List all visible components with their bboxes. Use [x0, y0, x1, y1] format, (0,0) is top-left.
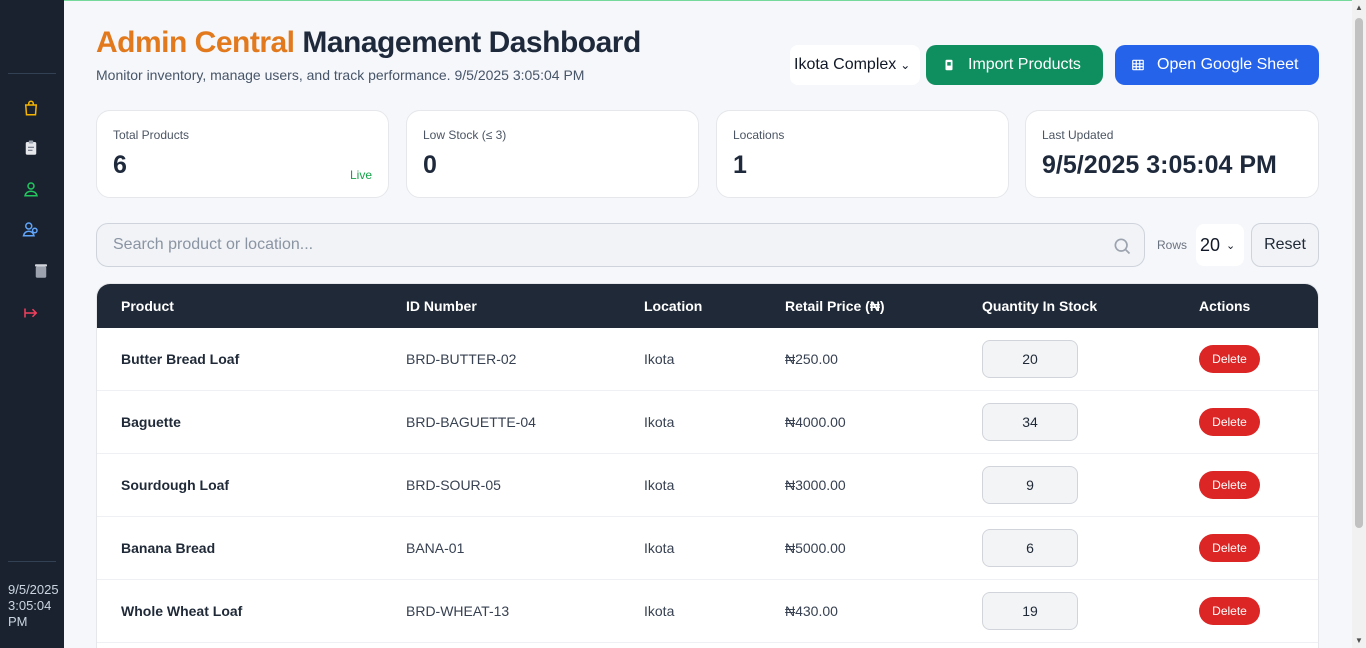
- sidebar-divider: [8, 561, 56, 562]
- open-google-sheet-button[interactable]: Open Google Sheet: [1115, 45, 1319, 85]
- stat-label: Locations: [733, 128, 785, 142]
- stat-value: 0: [423, 151, 437, 179]
- user-icon[interactable]: [18, 176, 44, 202]
- location-select[interactable]: Ikota Complex ⌄: [790, 45, 920, 85]
- delete-button[interactable]: Delete: [1199, 597, 1260, 625]
- cell-product: Whole Wheat Loaf: [121, 603, 243, 619]
- quantity-input[interactable]: 19: [982, 592, 1078, 630]
- page-title: Admin Central Management Dashboard: [96, 26, 641, 60]
- column-header-id: ID Number: [406, 298, 477, 314]
- delete-button[interactable]: Delete: [1199, 471, 1260, 499]
- column-header-actions: Actions: [1199, 298, 1251, 314]
- logout-icon[interactable]: [18, 300, 44, 326]
- file-icon: [945, 59, 953, 71]
- stat-value: 9/5/2025 3:05:04 PM: [1042, 151, 1277, 179]
- search-input[interactable]: [97, 224, 1144, 266]
- cell-location: Ikota: [644, 477, 675, 493]
- column-header-quantity: Quantity In Stock: [982, 298, 1098, 314]
- cell-price: ₦4000.00: [785, 414, 846, 430]
- cell-price: ₦5000.00: [785, 540, 846, 556]
- cell-price: ₦250.00: [785, 351, 838, 367]
- stat-value: 1: [733, 151, 747, 179]
- page-title-rest: Management Dashboard: [302, 26, 641, 59]
- cell-price: ₦430.00: [785, 603, 838, 619]
- main-content: Admin Central Management Dashboard Monit…: [64, 0, 1352, 648]
- rows-select-value: 20: [1200, 234, 1221, 255]
- page-scrollbar[interactable]: ▲ ▼: [1352, 0, 1366, 648]
- sidebar: 9/5/2025 3:05:04 PM: [0, 0, 64, 648]
- import-products-label: Import Products: [968, 56, 1081, 73]
- rows-label: Rows: [1157, 238, 1188, 252]
- table-row: Banana Bread BANA-01 Ikota ₦5000.00 6 De…: [97, 517, 1318, 580]
- cell-product: Banana Bread: [121, 540, 216, 556]
- table-header: Product ID Number Location Retail Price …: [97, 284, 1318, 328]
- cell-product: Baguette: [121, 414, 181, 430]
- cell-id: BANA-01: [406, 540, 465, 556]
- scroll-up-icon[interactable]: ▲: [1355, 3, 1363, 12]
- cell-location: Ikota: [644, 414, 675, 430]
- reset-button[interactable]: Reset: [1251, 223, 1319, 267]
- bag-icon[interactable]: [18, 95, 44, 121]
- page-subtitle: Monitor inventory, manage users, and tra…: [96, 67, 585, 83]
- quantity-input[interactable]: 34: [982, 403, 1078, 441]
- table-row: Sourdough Loaf BRD-SOUR-05 Ikota ₦3000.0…: [97, 454, 1318, 517]
- stat-label: Total Products: [113, 128, 190, 142]
- stat-label: Low Stock (≤ 3): [423, 128, 507, 142]
- table-row: Butter Bread Loaf BRD-BUTTER-02 Ikota ₦2…: [97, 328, 1318, 391]
- delete-button[interactable]: Delete: [1199, 534, 1260, 562]
- trash-icon[interactable]: [28, 258, 54, 284]
- cell-price: ₦3000.00: [785, 477, 846, 493]
- stat-card-last-updated: Last Updated 9/5/2025 3:05:04 PM: [1025, 110, 1319, 198]
- cell-product: Sourdough Loaf: [121, 477, 230, 493]
- column-header-product: Product: [121, 298, 174, 314]
- cell-location: Ikota: [644, 351, 675, 367]
- delete-button[interactable]: Delete: [1199, 345, 1260, 373]
- chevron-down-icon: ⌄: [900, 58, 911, 72]
- scrollbar-thumb[interactable]: [1355, 18, 1363, 528]
- stat-value: 6: [113, 151, 127, 179]
- table-row: Baguette BRD-BAGUETTE-04 Ikota ₦4000.00 …: [97, 391, 1318, 454]
- quantity-input[interactable]: 9: [982, 466, 1078, 504]
- open-google-sheet-label: Open Google Sheet: [1157, 56, 1299, 73]
- column-header-location: Location: [644, 298, 703, 314]
- cell-id: BRD-BAGUETTE-04: [406, 414, 536, 430]
- scroll-down-icon[interactable]: ▼: [1355, 636, 1363, 645]
- users-icon[interactable]: [18, 216, 44, 242]
- search-box: [96, 223, 1145, 267]
- rows-select[interactable]: 20 ⌄: [1196, 224, 1244, 266]
- page-title-accent: Admin Central: [96, 26, 295, 59]
- stat-label: Last Updated: [1042, 128, 1114, 142]
- cell-id: BRD-BUTTER-02: [406, 351, 517, 367]
- stat-card-total-products: Total Products 6 Live: [96, 110, 389, 198]
- cell-location: Ikota: [644, 603, 675, 619]
- cell-product: Butter Bread Loaf: [121, 351, 240, 367]
- delete-button[interactable]: Delete: [1199, 408, 1260, 436]
- cell-id: BRD-SOUR-05: [406, 477, 501, 493]
- quantity-input[interactable]: 6: [982, 529, 1078, 567]
- cell-id: BRD-WHEAT-13: [406, 603, 510, 619]
- search-icon[interactable]: [1112, 236, 1132, 256]
- sheet-icon: [1132, 59, 1144, 71]
- clipboard-icon[interactable]: [18, 135, 44, 161]
- quantity-input[interactable]: 20: [982, 340, 1078, 378]
- chevron-down-icon: ⌄: [1226, 239, 1236, 252]
- sidebar-divider: [8, 73, 56, 74]
- live-badge: Live: [349, 168, 372, 182]
- sidebar-time: 9/5/2025 3:05:04 PM: [8, 582, 59, 629]
- cell-location: Ikota: [644, 540, 675, 556]
- location-select-value: Ikota Complex: [794, 56, 897, 73]
- table-row: Whole Wheat Loaf BRD-WHEAT-13 Ikota ₦430…: [97, 580, 1318, 643]
- products-table: Product ID Number Location Retail Price …: [96, 283, 1319, 648]
- import-products-button[interactable]: Import Products: [926, 45, 1103, 85]
- stat-card-low-stock: Low Stock (≤ 3) 0: [406, 110, 699, 198]
- column-header-price: Retail Price (₦): [785, 298, 885, 314]
- stat-card-locations: Locations 1: [716, 110, 1009, 198]
